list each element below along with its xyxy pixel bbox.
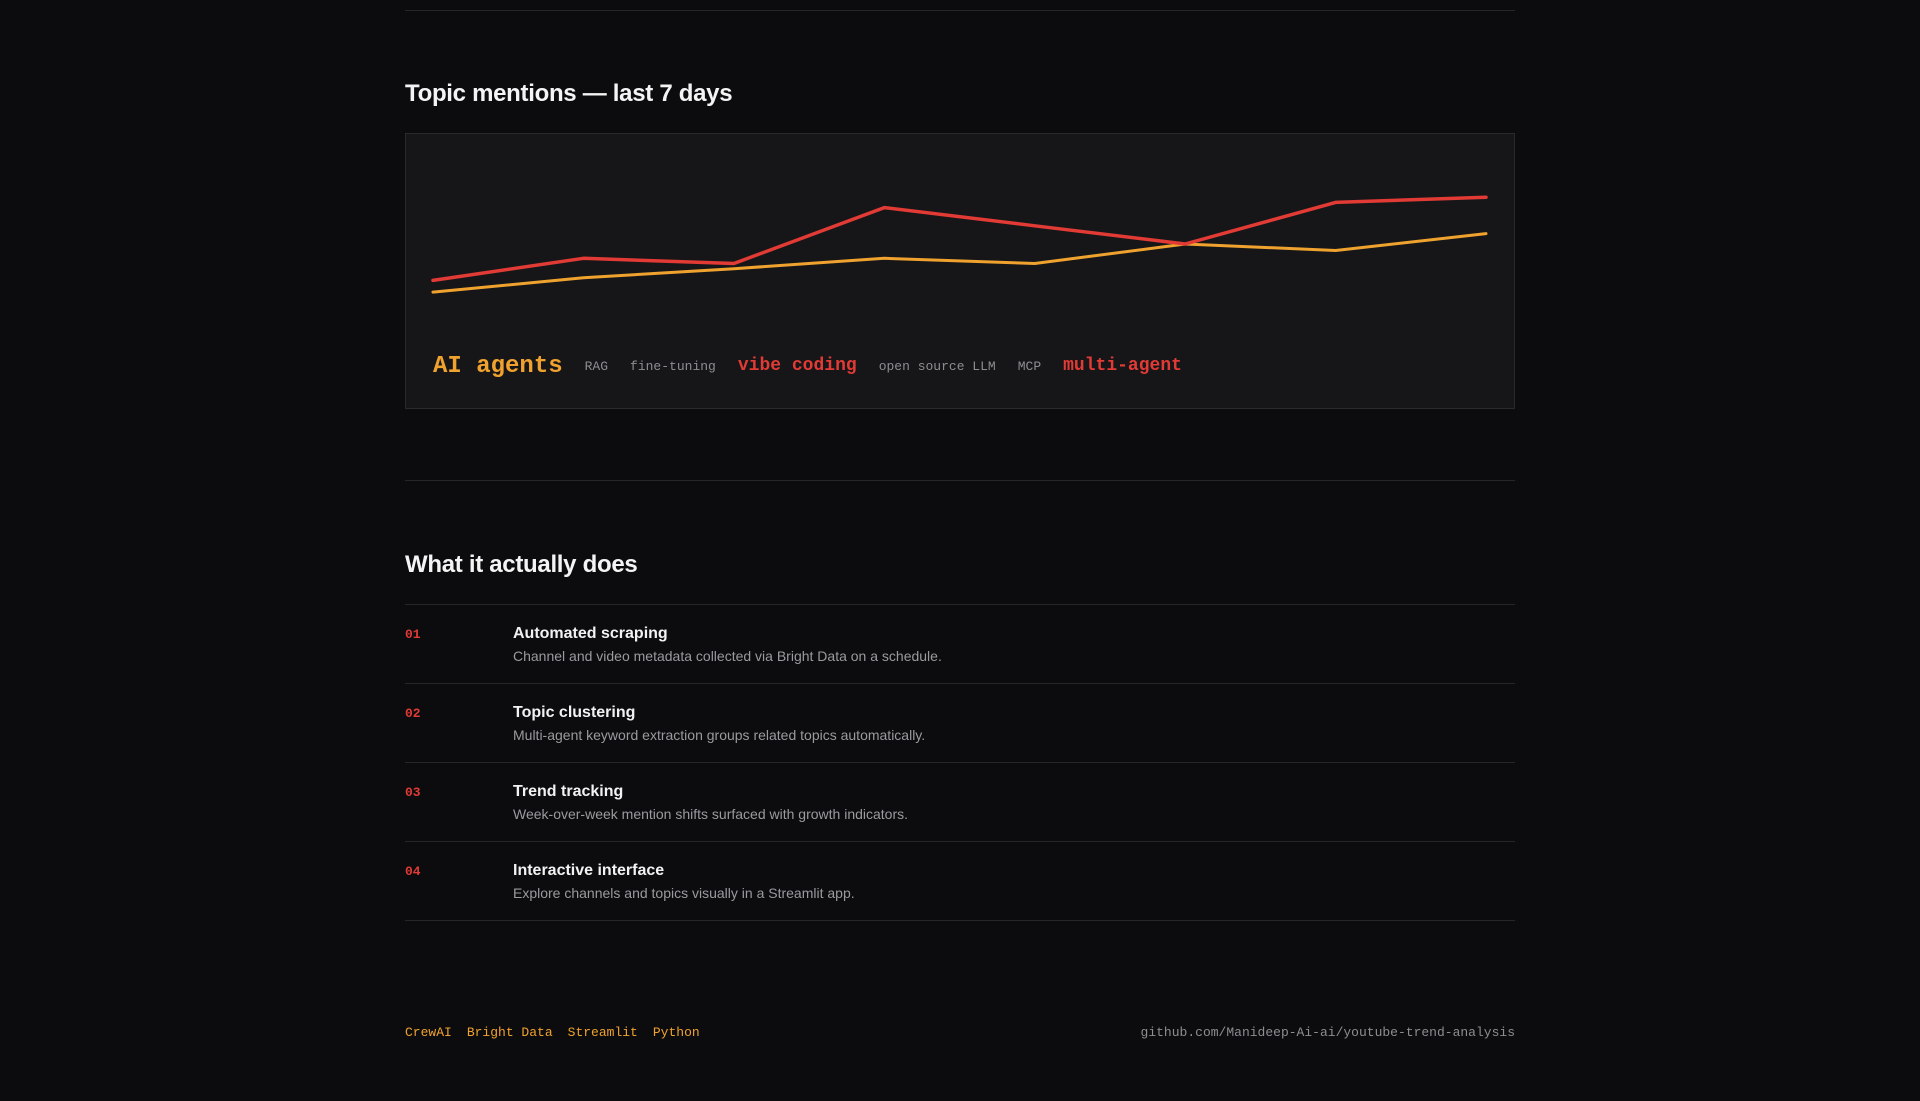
features-list: 01 Automated scraping Channel and video me… [405,604,1515,921]
footer: CrewAI Bright Data Streamlit Python github.… [405,1025,1515,1043]
feature-description: Multi-agent keyword extraction groups re… [513,727,926,743]
topic-chip: fine-tuning [630,358,716,374]
topic-chip: AI agents [433,352,563,380]
feature-row: 04 Interactive interface Explore channels … [405,842,1515,921]
feature-title: Interactive interface [513,862,665,879]
series-line-1 [431,195,1488,283]
feature-title: Topic clustering [513,704,636,721]
feature-row: 02 Topic clustering Multi-agent keyword ex… [405,684,1515,763]
feature-title: Trend tracking [513,783,624,800]
topic-chip: MCP [1017,358,1042,374]
topic-chips: AI agents RAG fine-tuning vibe coding open s… [433,348,1182,384]
tech-stack-links: CrewAI Bright Data Streamlit Python [405,1025,700,1040]
feature-description: Week-over-week mention shifts surfaced w… [513,806,909,822]
feature-row: 03 Trend tracking Week-over-week mention s… [405,763,1515,842]
topic-chip: multi-agent [1063,356,1182,376]
feature-number: 04 [405,864,421,879]
tech-link[interactable]: CrewAI [405,1025,452,1040]
features-section-title: What it actually does [405,551,638,578]
feature-row: 01 Automated scraping Channel and video me… [405,605,1515,684]
repo-link[interactable]: github.com/Manideep-Ai-ai/youtube-trend-… [1141,1025,1515,1040]
series-line-2 [431,232,1488,294]
divider [405,480,1515,481]
topic-chip: vibe coding [737,356,857,376]
topic-chip: RAG [584,358,609,374]
tech-link[interactable]: Python [653,1025,700,1040]
feature-number: 01 [405,627,421,642]
feature-title: Automated scraping [513,625,668,642]
tech-link[interactable]: Bright Data [467,1025,553,1040]
feature-description: Explore channels and topics visually in … [513,885,855,901]
topic-chip: open source LLM [878,358,996,374]
divider [405,10,1515,11]
chart-section-title: Topic mentions — last 7 days [405,80,733,107]
feature-number: 02 [405,706,421,721]
feature-description: Channel and video metadata collected via… [513,648,942,664]
feature-number: 03 [405,785,421,800]
topic-mentions-chart: AI agents RAG fine-tuning vibe coding open s… [405,133,1515,409]
tech-link[interactable]: Streamlit [568,1025,638,1040]
